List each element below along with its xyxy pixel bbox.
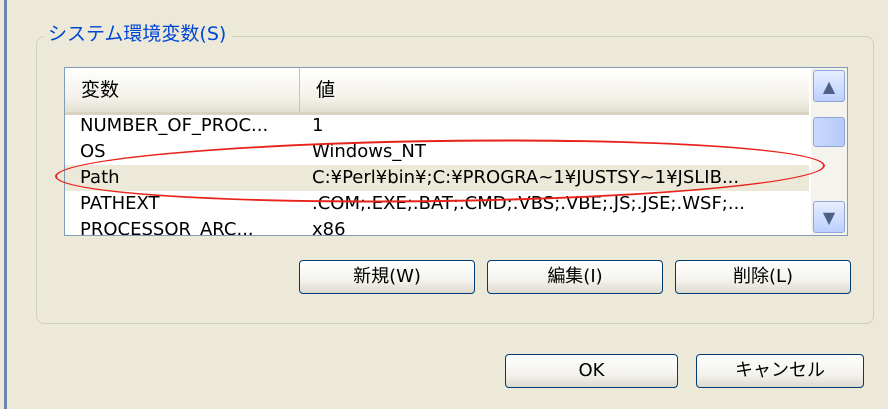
list-rows: NUMBER_OF_PROC... 1 OS Windows_NT Path C… [65,113,809,236]
new-button[interactable]: 新規(W) [299,260,475,294]
table-row[interactable]: PATHEXT .COM;.EXE;.BAT;.CMD;.VBS;.VBE;.J… [65,191,809,217]
chevron-up-icon: ▲ [822,76,836,96]
variable-value: x86 [312,219,346,236]
column-header-variable[interactable]: 変数 [65,68,299,112]
system-variables-list[interactable]: 変数 値 NUMBER_OF_PROC... 1 OS Windows_NT P… [64,67,848,236]
variable-value: 1 [312,115,324,136]
scroll-down-button[interactable]: ▼ [813,201,845,233]
variable-value: .COM;.EXE;.BAT;.CMD;.VBS;.VBE;.JS;.JSE;.… [312,193,746,214]
table-row[interactable]: NUMBER_OF_PROC... 1 [65,113,809,139]
window-left-edge [0,0,7,409]
variable-value: C:¥Perl¥bin¥;C:¥PROGRA~1¥JUSTSY~1¥JSLIB.… [312,167,740,188]
column-header-value[interactable]: 値 [299,68,809,112]
vertical-scrollbar[interactable]: ▲ ▼ [811,68,847,235]
variable-name: NUMBER_OF_PROC... [80,115,269,136]
table-row[interactable]: OS Windows_NT [65,139,809,165]
delete-button[interactable]: 削除(L) [675,260,851,294]
cancel-button[interactable]: キャンセル [696,354,864,388]
chevron-down-icon: ▼ [822,207,836,227]
edit-button[interactable]: 編集(I) [487,260,663,294]
variable-name: PROCESSOR_ARC... [80,219,254,236]
ok-button[interactable]: OK [505,354,678,388]
table-row-selected[interactable]: Path C:¥Perl¥bin¥;C:¥PROGRA~1¥JUSTSY~1¥J… [65,165,809,191]
scroll-thumb[interactable] [813,117,845,147]
variable-name: OS [80,141,106,162]
variable-name: PATHEXT [80,193,160,214]
scroll-up-button[interactable]: ▲ [813,70,845,102]
group-title: システム環境変数(S) [44,20,233,48]
variable-name: Path [80,167,120,188]
table-row[interactable]: PROCESSOR_ARC... x86 [65,217,809,236]
variable-value: Windows_NT [312,141,426,162]
list-header: 変数 値 [65,68,809,115]
